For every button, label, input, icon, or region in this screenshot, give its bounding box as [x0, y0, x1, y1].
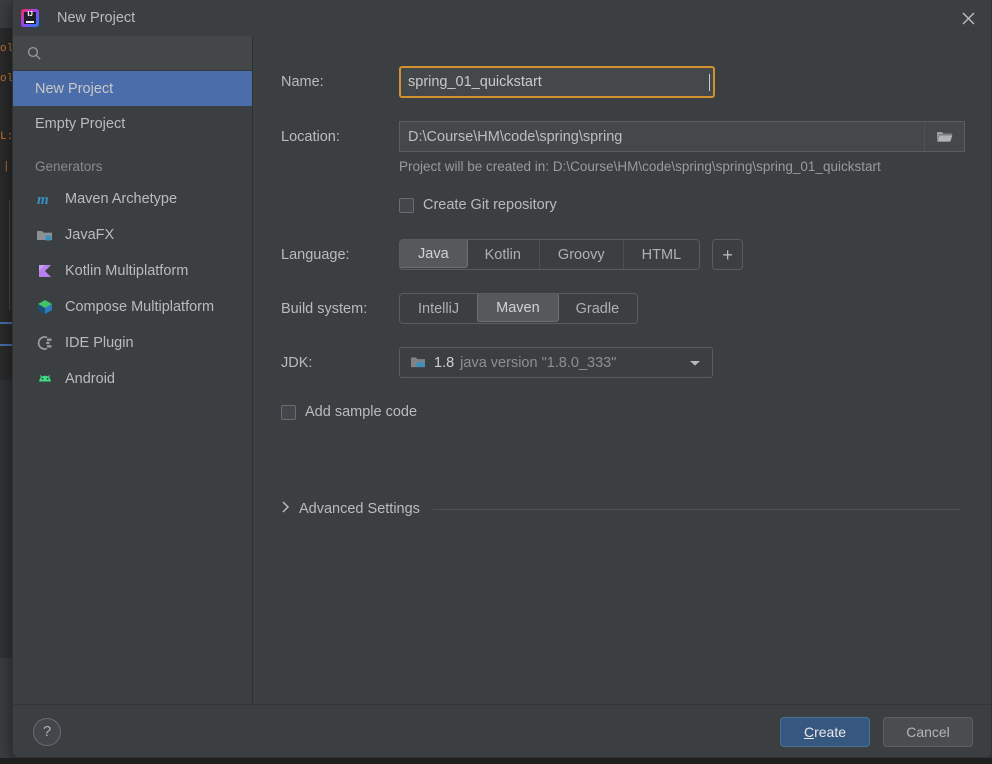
advanced-settings-label: Advanced Settings	[299, 501, 420, 517]
sidebar-item-maven-archetype[interactable]: m Maven Archetype	[13, 181, 252, 217]
bg-marker	[0, 344, 12, 346]
create-button-mnemonic: C	[803, 723, 815, 740]
sidebar-item-label: Kotlin Multiplatform	[65, 263, 189, 279]
jdk-folder-icon	[410, 355, 427, 370]
sidebar-item-label: Empty Project	[35, 115, 126, 132]
create-button[interactable]: Create	[780, 716, 870, 747]
text-caret	[709, 73, 710, 91]
add-sample-code-checkbox[interactable]: Add sample code	[281, 404, 417, 420]
javafx-icon	[35, 225, 55, 245]
kotlin-multiplatform-icon	[35, 261, 55, 281]
sidebar-item-new-project[interactable]: New Project	[13, 71, 252, 106]
checkbox-label: Create Git repository	[423, 197, 557, 213]
dialog-title: New Project	[57, 10, 136, 26]
ide-plugin-icon	[35, 333, 55, 353]
bg-tool-window	[0, 380, 12, 660]
jdk-dropdown[interactable]: 1.8 java version "1.8.0_333"	[399, 347, 713, 378]
chevron-right-icon	[281, 500, 290, 518]
plus-icon[interactable]: +	[712, 239, 744, 270]
location-input-wrapper[interactable]	[399, 121, 965, 152]
name-row: Name:	[281, 66, 715, 98]
build-system-segmented-control[interactable]: IntelliJ Maven Gradle	[399, 293, 639, 324]
sidebar-item-label: Compose Multiplatform	[65, 299, 215, 315]
maven-icon: m	[35, 189, 55, 209]
sidebar-item-javafx[interactable]: JavaFX	[13, 217, 252, 253]
folder-icon[interactable]	[924, 122, 964, 151]
sidebar-item-android[interactable]: Android	[13, 361, 252, 397]
name-input-wrapper[interactable]	[399, 66, 715, 98]
jdk-label: JDK:	[281, 354, 313, 371]
sidebar-item-label: New Project	[35, 80, 114, 97]
location-label: Location:	[281, 128, 340, 145]
bg-indent-guide	[9, 200, 10, 310]
sidebar: New Project Empty Project Generators m M…	[13, 36, 253, 704]
main-panel: Name: Location:	[253, 36, 991, 704]
language-option-java[interactable]: Java	[400, 240, 468, 268]
sidebar-item-label: Maven Archetype	[65, 191, 178, 207]
advanced-settings-toggle[interactable]: Advanced Settings	[281, 500, 961, 518]
search-input[interactable]	[50, 45, 252, 61]
close-icon[interactable]	[945, 0, 991, 36]
create-git-repository-checkbox[interactable]: Create Git repository	[399, 197, 557, 213]
search-icon	[27, 46, 42, 61]
create-button-label: reate	[814, 723, 847, 740]
checkbox-box	[281, 404, 296, 420]
divider	[432, 508, 961, 510]
bg-marker	[0, 322, 12, 324]
location-row: Location:	[281, 121, 965, 152]
dialog-footer: ? Create Cancel	[13, 704, 991, 757]
sidebar-item-label: Android	[65, 371, 115, 387]
language-label: Language:	[281, 246, 350, 263]
sidebar-item-label: JavaFX	[65, 227, 115, 243]
compose-multiplatform-icon	[35, 297, 55, 317]
jdk-version: 1.8	[434, 354, 455, 371]
dialog-body: New Project Empty Project Generators m M…	[13, 36, 991, 704]
svg-text:m: m	[37, 192, 49, 208]
footer-actions: Create Cancel	[780, 716, 973, 747]
new-project-dialog: IJ New Project New Project Empty Project…	[12, 0, 992, 758]
android-icon	[35, 369, 55, 389]
language-row: Language: Java Kotlin Groovy HTML +	[281, 239, 744, 270]
jdk-description: java version "1.8.0_333"	[460, 354, 617, 371]
search-row[interactable]	[13, 36, 252, 71]
build-system-label: Build system:	[281, 300, 368, 317]
chevron-down-icon[interactable]	[689, 354, 701, 372]
dialog-title-bar: IJ New Project	[13, 0, 991, 36]
bg-toolbar	[0, 0, 12, 28]
help-button[interactable]: ?	[33, 717, 61, 746]
checkbox-box	[399, 197, 414, 213]
build-system-option-gradle[interactable]: Gradle	[558, 294, 638, 323]
checkbox-label: Add sample code	[305, 404, 418, 420]
intellij-idea-logo-icon: IJ	[21, 9, 39, 27]
dialog-bottom-shadow	[0, 758, 992, 764]
sidebar-item-label: IDE Plugin	[65, 335, 134, 351]
location-hint: Project will be created in: D:\Course\HM…	[399, 159, 881, 174]
sidebar-item-empty-project[interactable]: Empty Project	[13, 106, 252, 141]
name-label: Name:	[281, 74, 324, 90]
sidebar-item-ide-plugin[interactable]: IDE Plugin	[13, 325, 252, 361]
language-segmented-control[interactable]: Java Kotlin Groovy HTML	[399, 239, 701, 270]
sidebar-item-compose-multiplatform[interactable]: Compose Multiplatform	[13, 289, 252, 325]
language-option-kotlin[interactable]: Kotlin	[467, 240, 540, 269]
sidebar-item-kotlin-multiplatform[interactable]: Kotlin Multiplatform	[13, 253, 252, 289]
language-option-groovy[interactable]: Groovy	[540, 240, 624, 269]
bg-code-token: |	[3, 161, 10, 173]
jdk-row: JDK: 1.8 java version "1.8.0_333"	[281, 347, 713, 378]
name-input[interactable]	[401, 68, 713, 96]
generators-header: Generators	[35, 159, 103, 174]
cancel-button[interactable]: Cancel	[883, 716, 973, 747]
location-input[interactable]	[400, 122, 924, 151]
build-system-option-maven[interactable]: Maven	[477, 294, 559, 322]
build-system-row: Build system: IntelliJ Maven Gradle	[281, 293, 639, 324]
bg-status-bar	[0, 658, 12, 764]
language-option-html[interactable]: HTML	[624, 240, 699, 269]
build-system-option-intellij[interactable]: IntelliJ	[400, 294, 479, 323]
